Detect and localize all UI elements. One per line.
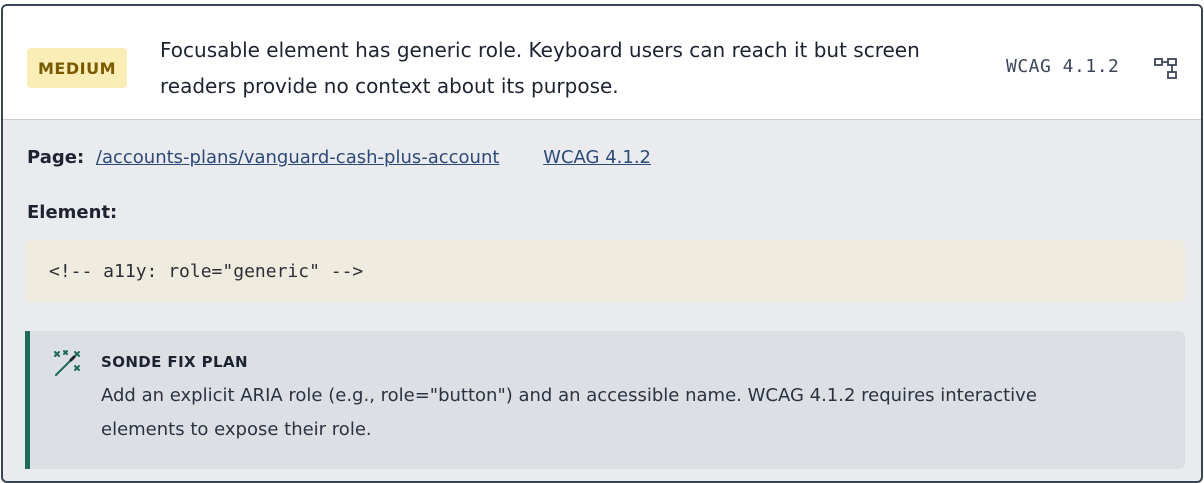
- page-label: Page:: [27, 147, 85, 168]
- page-row: Page: /accounts-plans/vanguard-cash-plus…: [27, 147, 651, 168]
- wcag-criterion: WCAG 4.1.2: [1006, 56, 1120, 77]
- issue-details: Page: /accounts-plans/vanguard-cash-plus…: [3, 120, 1201, 481]
- issue-message: Focusable element has generic role. Keyb…: [160, 38, 920, 98]
- issue-card: MEDIUM Focusable element has generic rol…: [1, 4, 1203, 483]
- wcag-link[interactable]: WCAG 4.1.2: [543, 147, 651, 168]
- structure-icon[interactable]: [1153, 56, 1179, 82]
- element-label: Element:: [27, 202, 118, 223]
- fix-plan-title: SONDE FIX PLAN: [101, 353, 248, 371]
- element-code: <!-- a11y: role="generic" -->: [25, 240, 1185, 302]
- fix-plan-text: Add an explicit ARIA role (e.g., role="b…: [101, 385, 1037, 440]
- magic-wand-icon: [54, 350, 80, 376]
- fix-plan: SONDE FIX PLAN Add an explicit ARIA role…: [25, 331, 1185, 469]
- severity-badge: MEDIUM: [27, 48, 127, 88]
- page-link[interactable]: /accounts-plans/vanguard-cash-plus-accou…: [96, 147, 500, 168]
- issue-header: MEDIUM Focusable element has generic rol…: [3, 6, 1201, 120]
